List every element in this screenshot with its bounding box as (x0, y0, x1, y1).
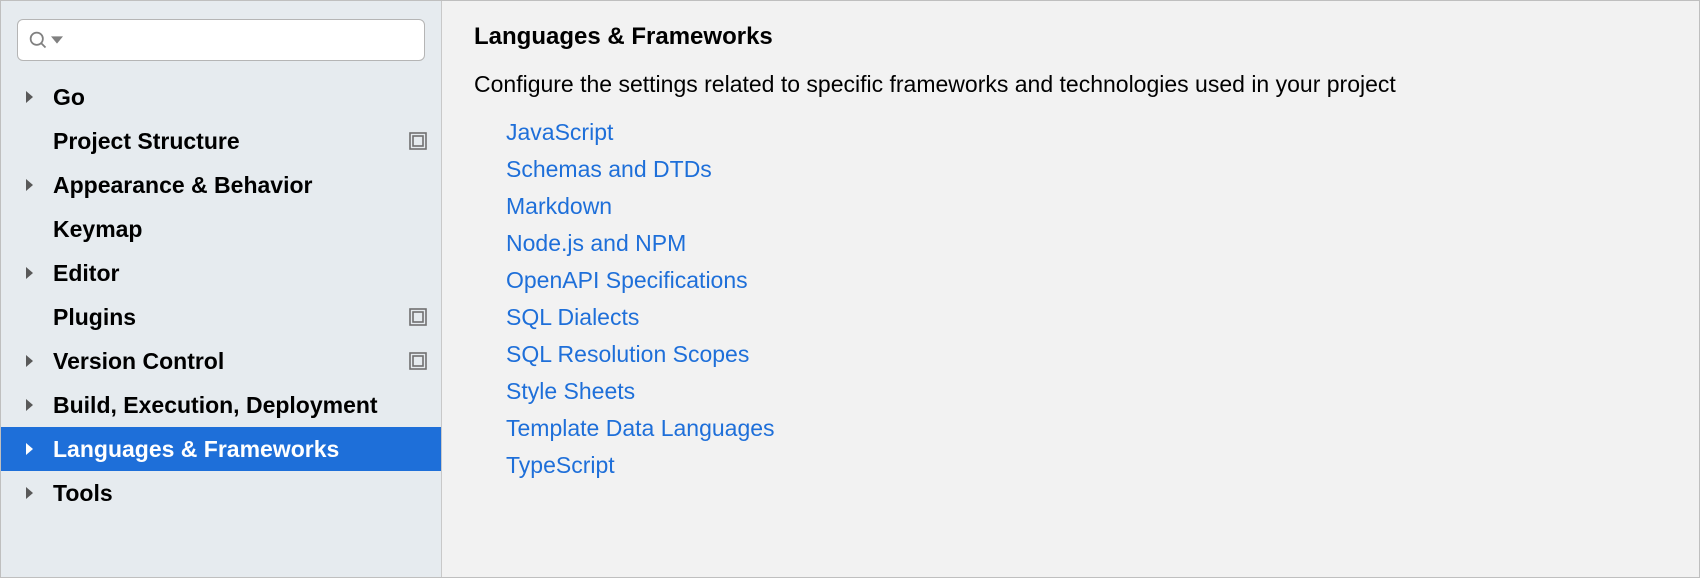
sidebar-item-label: Go (53, 84, 427, 111)
framework-link-typescript[interactable]: TypeScript (506, 447, 1667, 484)
search-icon (28, 30, 49, 51)
chevron-right-icon (23, 442, 37, 456)
sidebar-item-build-execution-deployment[interactable]: Build, Execution, Deployment (1, 383, 441, 427)
sidebar-item-label: Tools (53, 480, 427, 507)
main-panel: Languages & Frameworks Configure the set… (442, 1, 1699, 577)
framework-link-markdown[interactable]: Markdown (506, 188, 1667, 225)
sidebar-item-keymap[interactable]: Keymap (1, 207, 441, 251)
sidebar-item-label: Project Structure (53, 128, 409, 155)
sidebar-item-label: Appearance & Behavior (53, 172, 427, 199)
module-scope-icon (409, 352, 427, 370)
chevron-right-icon (23, 398, 37, 412)
module-scope-icon (409, 132, 427, 150)
chevron-down-icon (51, 34, 63, 46)
sidebar-item-editor[interactable]: Editor (1, 251, 441, 295)
sidebar-item-project-structure[interactable]: Project Structure (1, 119, 441, 163)
module-scope-icon (409, 308, 427, 326)
page-title: Languages & Frameworks (474, 23, 1667, 51)
sidebar-item-label: Keymap (53, 216, 427, 243)
sidebar-item-tools[interactable]: Tools (1, 471, 441, 515)
framework-link-node-js-and-npm[interactable]: Node.js and NPM (506, 225, 1667, 262)
search-input[interactable] (71, 29, 414, 52)
sidebar-item-label: Editor (53, 260, 427, 287)
sidebar-item-label: Version Control (53, 348, 409, 375)
search-input-container[interactable] (17, 19, 425, 61)
settings-tree: Go Project Structure Appearance & Behavior… (1, 69, 441, 515)
framework-link-template-data-languages[interactable]: Template Data Languages (506, 410, 1667, 447)
sidebar-item-appearance-behavior[interactable]: Appearance & Behavior (1, 163, 441, 207)
sidebar-item-label: Plugins (53, 304, 409, 331)
sidebar-item-label: Build, Execution, Deployment (53, 392, 427, 419)
framework-link-schemas-and-dtds[interactable]: Schemas and DTDs (506, 151, 1667, 188)
sidebar-item-label: Languages & Frameworks (53, 436, 427, 463)
framework-link-javascript[interactable]: JavaScript (506, 114, 1667, 151)
settings-sidebar: Go Project Structure Appearance & Behavior… (1, 1, 442, 577)
framework-link-openapi-specifications[interactable]: OpenAPI Specifications (506, 262, 1667, 299)
sidebar-item-plugins[interactable]: Plugins (1, 295, 441, 339)
framework-link-list: JavaScriptSchemas and DTDsMarkdownNode.j… (474, 114, 1667, 484)
sidebar-item-go[interactable]: Go (1, 75, 441, 119)
chevron-right-icon (23, 486, 37, 500)
chevron-right-icon (23, 178, 37, 192)
search-wrap (1, 19, 441, 69)
chevron-right-icon (23, 354, 37, 368)
framework-link-style-sheets[interactable]: Style Sheets (506, 373, 1667, 410)
chevron-right-icon (23, 90, 37, 104)
framework-link-sql-dialects[interactable]: SQL Dialects (506, 299, 1667, 336)
sidebar-item-version-control[interactable]: Version Control (1, 339, 441, 383)
sidebar-item-languages-frameworks[interactable]: Languages & Frameworks (1, 427, 441, 471)
page-description: Configure the settings related to specif… (474, 71, 1667, 98)
framework-link-sql-resolution-scopes[interactable]: SQL Resolution Scopes (506, 336, 1667, 373)
chevron-right-icon (23, 266, 37, 280)
